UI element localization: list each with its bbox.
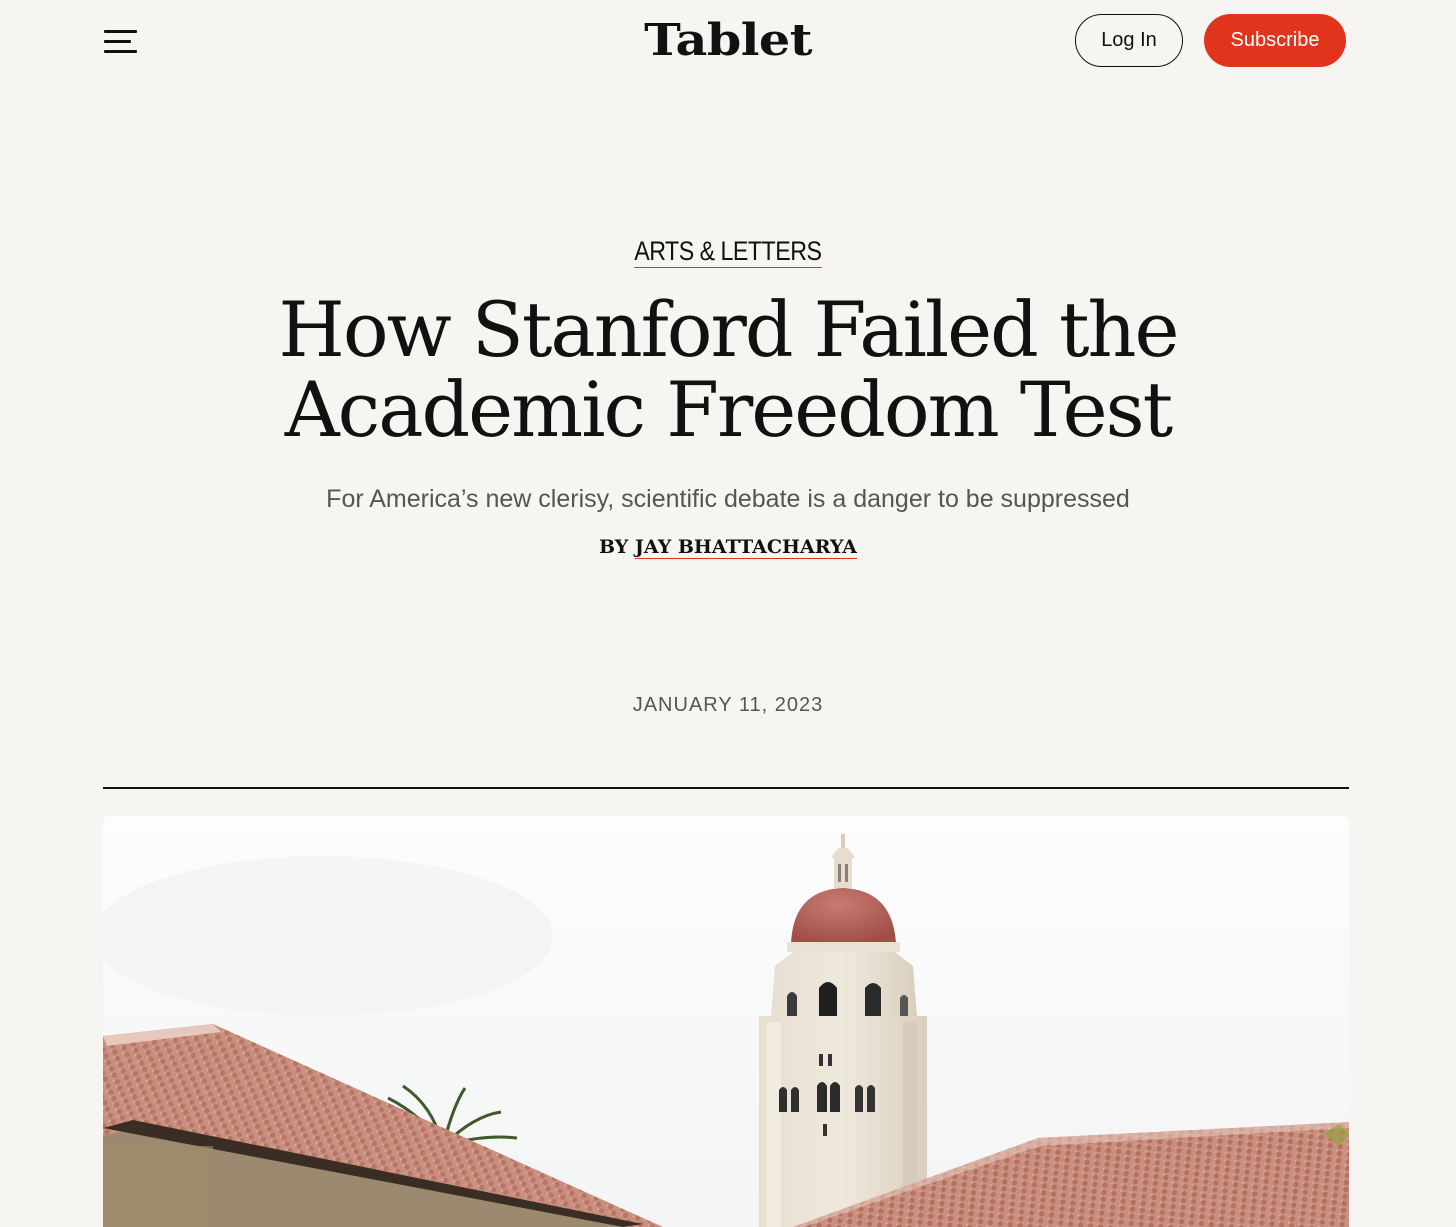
hero-illustration [103, 816, 1349, 1227]
article-title: How Stanford Failed the Academic Freedom… [278, 285, 1180, 454]
author-link[interactable]: JAY BHATTACHARYA [634, 536, 857, 559]
article-page: Tablet Log In Subscribe ARTS & LETTERS H… [0, 0, 1456, 1227]
hero-image [103, 816, 1349, 1227]
category-wrapper: ARTS & LETTERS [0, 236, 1456, 268]
divider [103, 787, 1349, 789]
login-button[interactable]: Log In [1075, 14, 1183, 67]
category-link[interactable]: ARTS & LETTERS [634, 236, 822, 268]
publish-date: JANUARY 11, 2023 [632, 694, 824, 716]
subscribe-button[interactable]: Subscribe [1204, 14, 1346, 67]
byline-prefix: BY [598, 536, 629, 558]
byline: BY JAY BHATTACHARYA [0, 534, 1456, 560]
article-subtitle: For America’s new clerisy, scientific de… [326, 485, 1130, 513]
